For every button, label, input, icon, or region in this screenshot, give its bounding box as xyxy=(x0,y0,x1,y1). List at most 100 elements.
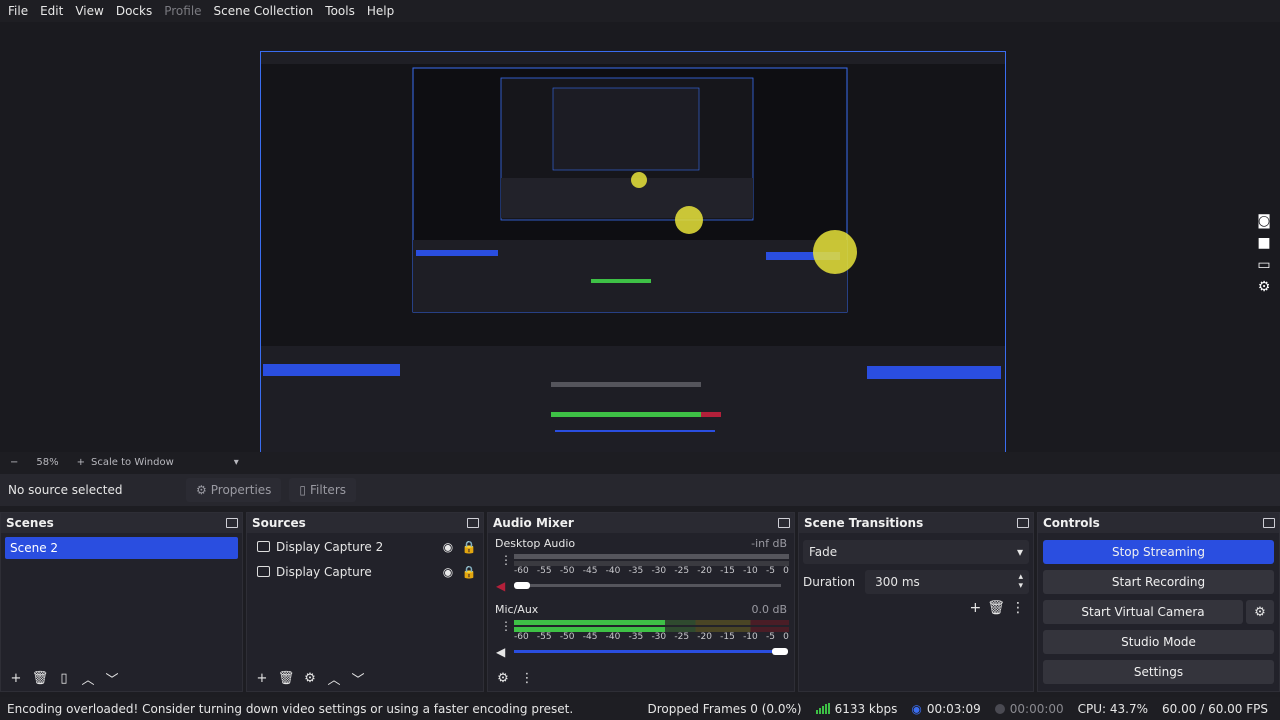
gear-icon[interactable]: ⚙ xyxy=(1246,600,1274,624)
menu-tools[interactable]: Tools xyxy=(319,0,361,22)
meter-tick-label: -5 xyxy=(765,566,775,576)
trash-icon[interactable]: 🗑 xyxy=(29,668,51,688)
context-bar: No source selected ⚙ Properties ▯ Filter… xyxy=(0,474,1280,506)
move-up-icon[interactable]: ︿ xyxy=(77,668,99,688)
undock-icon[interactable] xyxy=(778,518,790,528)
menu-file[interactable]: File xyxy=(2,0,34,22)
eye-icon[interactable]: ◉ xyxy=(440,565,456,579)
gear-icon[interactable]: ⚙ xyxy=(299,668,321,688)
filter-icon[interactable]: ▯ xyxy=(53,668,75,688)
source-item[interactable]: Display Capture 2 ◉ 🔒 xyxy=(247,534,483,559)
studio-mode-button[interactable]: Studio Mode xyxy=(1043,630,1274,654)
spin-arrows-icon[interactable]: ▴ ▾ xyxy=(1018,573,1023,591)
signal-icon xyxy=(815,703,830,714)
volume-slider[interactable] xyxy=(514,584,781,587)
filters-button[interactable]: ▯ Filters xyxy=(289,478,357,502)
add-icon[interactable]: + xyxy=(969,600,981,616)
multiview-icon[interactable]: ▭ xyxy=(1255,256,1273,274)
eye-icon[interactable]: ◉ xyxy=(440,540,456,554)
camera-icon[interactable]: ◙ xyxy=(1255,212,1273,230)
meter-tick-label: -55 xyxy=(536,632,552,642)
move-up-icon[interactable]: ︿ xyxy=(323,668,345,688)
scene-transitions-dock: Scene Transitions Fade ▾ Duration 300 ms… xyxy=(798,512,1034,692)
undock-icon[interactable] xyxy=(226,518,238,528)
mixer-channels: Desktop Audio -inf dB ⋮ -60 -55 -50 -45 -40-… xyxy=(488,534,794,665)
lock-icon[interactable]: 🔒 xyxy=(461,540,477,554)
mixer-channel-mic-aux: Mic/Aux 0.0 dB ⋮ -60 -55 -50 -45 -40 -35 -30 -2… xyxy=(488,601,794,667)
gear-icon[interactable]: ⚙ xyxy=(1255,278,1273,296)
sources-dock: Sources Display Capture 2 ◉ 🔒 Display Ca… xyxy=(246,512,484,692)
scenes-dock: Scenes Scene 2 + 🗑 ▯ ︿ ﹀ xyxy=(0,512,243,692)
advanced-audio-icon[interactable]: ⚙ xyxy=(492,668,514,688)
speaker-icon[interactable]: ◀ xyxy=(496,645,505,659)
settings-button[interactable]: Settings xyxy=(1043,660,1274,684)
transition-select[interactable]: Fade ▾ xyxy=(803,540,1029,564)
dock-title: Controls xyxy=(1043,516,1100,530)
add-icon[interactable]: + xyxy=(5,668,27,688)
volume-slider[interactable] xyxy=(514,650,781,653)
menu-edit[interactable]: Edit xyxy=(34,0,69,22)
recursive-preview-image xyxy=(261,52,1005,470)
menu-help[interactable]: Help xyxy=(361,0,400,22)
scene-list: Scene 2 xyxy=(1,534,242,665)
menu-view[interactable]: View xyxy=(69,0,109,22)
meter-tick-label: -20 xyxy=(697,566,712,576)
trash-icon[interactable]: 🗑 xyxy=(987,600,1005,616)
properties-button[interactable]: ⚙ Properties xyxy=(186,478,282,502)
meter-tick-label: -35 xyxy=(628,566,644,576)
move-down-icon[interactable]: ﹀ xyxy=(101,668,123,688)
record-timer: 00:00:00 xyxy=(994,702,1064,716)
preview-area[interactable]: ◙ ■ ▭ ⚙ xyxy=(0,22,1280,471)
trash-icon[interactable]: 🗑 xyxy=(275,668,297,688)
kebab-menu-icon[interactable]: ⋮ xyxy=(500,620,512,632)
zoom-out-button[interactable]: − xyxy=(10,457,18,468)
undock-icon[interactable] xyxy=(1017,518,1029,528)
controls-dock: Controls Stop Streaming Start Recording … xyxy=(1037,512,1280,692)
video-camera-icon[interactable]: ■ xyxy=(1255,234,1273,252)
kebab-menu-icon[interactable]: ⋮ xyxy=(516,668,538,688)
volume-slider-handle[interactable] xyxy=(772,648,788,655)
lock-icon[interactable]: 🔒 xyxy=(461,565,477,579)
source-item[interactable]: Display Capture ◉ 🔒 xyxy=(247,559,483,584)
dock-title: Scene Transitions xyxy=(804,516,924,530)
scale-mode-select[interactable]: Scale to Window xyxy=(91,457,174,468)
zoom-in-button[interactable]: + xyxy=(77,457,85,468)
meter-scale: -60 -55 -50 -45 -40 -35 -30 -25 -20 -15 -10 -5 0 xyxy=(514,566,789,576)
menu-scene-collection[interactable]: Scene Collection xyxy=(208,0,320,22)
start-virtual-camera-button[interactable]: Start Virtual Camera xyxy=(1043,600,1243,624)
streaming-icon: ◉ xyxy=(911,701,922,716)
scene-item[interactable]: Scene 2 xyxy=(5,537,238,559)
transitions-body: Fade ▾ Duration 300 ms ▴ ▾ + 🗑 ⋮ xyxy=(799,534,1033,665)
menu-docks[interactable]: Docks xyxy=(110,0,158,22)
undock-icon[interactable] xyxy=(1263,518,1275,528)
meter-tick-label: -45 xyxy=(582,632,598,642)
undock-icon[interactable] xyxy=(467,518,479,528)
start-recording-button[interactable]: Start Recording xyxy=(1043,570,1274,594)
dropped-frames: Dropped Frames 0 (0.0%) xyxy=(647,701,802,716)
menu-bar: File Edit View Docks Profile Scene Colle… xyxy=(0,0,1280,22)
dock-title: Audio Mixer xyxy=(493,516,574,530)
preview-canvas[interactable] xyxy=(260,51,1006,471)
add-icon[interactable]: + xyxy=(251,668,273,688)
channel-db: 0.0 dB xyxy=(751,602,787,616)
meter-tick-label: -15 xyxy=(720,632,735,642)
muted-speaker-icon[interactable]: ◀ xyxy=(496,579,505,593)
meter-tick-label: -25 xyxy=(674,566,690,576)
status-bar: Encoding overloaded! Consider turning do… xyxy=(0,697,1280,720)
duration-spinbox[interactable]: 300 ms ▴ ▾ xyxy=(865,570,1029,594)
kebab-menu-icon[interactable]: ⋮ xyxy=(1011,600,1025,616)
dock-footer: ⚙ ⋮ xyxy=(488,665,794,691)
volume-slider-handle[interactable] xyxy=(514,582,530,589)
duration-label: Duration xyxy=(803,575,856,589)
source-list: Display Capture 2 ◉ 🔒 Display Capture ◉ … xyxy=(247,534,483,665)
kebab-menu-icon[interactable]: ⋮ xyxy=(500,554,512,566)
meter-tick-label: -40 xyxy=(605,632,621,642)
controls-body: Stop Streaming Start Recording Start Vir… xyxy=(1038,534,1279,691)
meter-tick-label: -45 xyxy=(582,566,598,576)
move-down-icon[interactable]: ﹀ xyxy=(347,668,369,688)
chevron-down-icon[interactable]: ▾ xyxy=(234,457,239,468)
channel-db: -inf dB xyxy=(751,536,787,550)
mixer-channel-desktop-audio: Desktop Audio -inf dB ⋮ -60 -55 -50 -45 -40-… xyxy=(488,535,794,601)
stop-streaming-button[interactable]: Stop Streaming xyxy=(1043,540,1274,564)
dock-header: Scenes xyxy=(1,513,242,533)
